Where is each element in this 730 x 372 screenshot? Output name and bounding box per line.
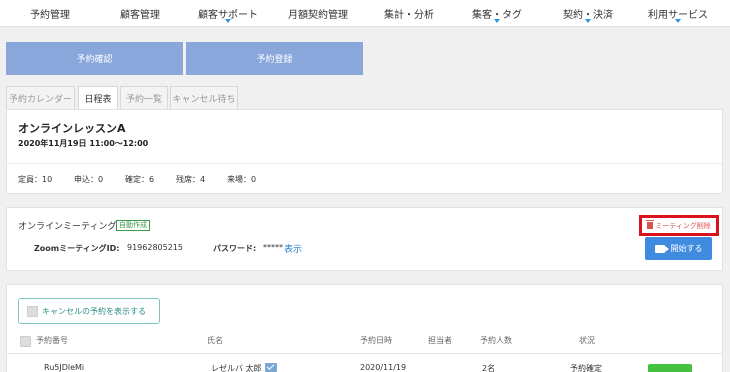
tab-list[interactable]: 予約一覧 — [120, 86, 168, 109]
header-count: 予約人数 — [480, 336, 512, 345]
show-cancelled-label: キャンセルの予約を表示する — [42, 306, 146, 316]
zoom-id-value: 91962805215 — [127, 243, 183, 252]
reservation-confirm-button[interactable]: 予約確認 — [6, 42, 183, 75]
nav-monthly-contract[interactable]: 月額契約管理 — [288, 6, 348, 21]
row-action-button[interactable] — [648, 364, 692, 372]
delete-meeting-button[interactable]: ミーティング削除 — [639, 215, 719, 236]
row-status: 予約確定 — [570, 364, 602, 372]
header-reservation-number: 予約番号 — [36, 336, 68, 345]
divider — [7, 353, 722, 354]
tab-waitlist[interactable]: キャンセル待ち — [170, 86, 238, 109]
row-name-text[interactable]: レゼルバ 太郎 — [211, 364, 262, 372]
chevron-down-icon — [675, 19, 681, 23]
nav-customer-management[interactable]: 顧客管理 — [120, 6, 160, 21]
row-date: 2020/11/19 — [360, 363, 407, 372]
header-staff: 担当者 — [428, 336, 452, 345]
show-cancelled-toggle[interactable]: キャンセルの予約を表示する — [18, 298, 160, 324]
lesson-panel: オンラインレッスンA 2020年11月19日 11:00〜12:00 定員：10… — [6, 109, 723, 194]
delete-meeting-label: ミーティング削除 — [655, 221, 711, 230]
lesson-title: オンラインレッスンA — [18, 122, 126, 135]
video-camera-icon — [654, 244, 665, 253]
select-all-checkbox[interactable] — [20, 336, 31, 347]
meeting-panel: オンラインミーティング 自動作成 ZoomミーティングID: 919628052… — [6, 207, 723, 271]
show-password-link[interactable]: 表示 — [284, 242, 302, 255]
tab-schedule[interactable]: 日程表 — [78, 86, 118, 110]
meeting-title: オンラインミーティング — [18, 222, 117, 232]
reservations-panel: キャンセルの予約を表示する 予約番号 氏名 予約日時 担当者 予約人数 状況 R… — [6, 284, 723, 372]
lesson-datetime: 2020年11月19日 11:00〜12:00 — [18, 139, 149, 148]
start-meeting-button[interactable]: 開始する — [645, 237, 712, 260]
chevron-down-icon — [585, 19, 591, 23]
password-label: パスワード: — [213, 244, 257, 253]
zoom-id-label: ZoomミーティングID: — [34, 244, 120, 253]
row-count: 2名 — [482, 364, 496, 372]
password-value: ***** — [263, 243, 283, 252]
header-name: 氏名 — [207, 336, 223, 345]
trash-icon — [646, 220, 655, 229]
chevron-down-icon — [225, 19, 231, 23]
auto-created-badge: 自動作成 — [116, 220, 150, 231]
stat-capacity: 定員：10 — [18, 175, 53, 184]
stat-applied: 申込：0 — [74, 175, 104, 184]
row-reservation-number[interactable]: Ru5JDleMi — [44, 363, 84, 372]
top-navigation: 予約管理 顧客管理 顧客サポート 月額契約管理 集計・分析 集客・タグ 契約・決… — [0, 0, 730, 27]
stat-remaining: 残席：4 — [176, 175, 206, 184]
checkbox[interactable] — [27, 305, 38, 317]
tab-calendar[interactable]: 予約カレンダー — [6, 86, 75, 109]
header-date: 予約日時 — [360, 336, 392, 345]
stat-confirmed: 確定：6 — [125, 175, 155, 184]
header-status: 状況 — [579, 336, 595, 345]
divider — [7, 163, 722, 164]
nav-analytics[interactable]: 集計・分析 — [384, 6, 434, 21]
chevron-down-icon — [494, 19, 500, 23]
start-meeting-label: 開始する — [670, 244, 703, 253]
reservation-register-button[interactable]: 予約登録 — [186, 42, 363, 75]
row-customer-name: レゼルバ 太郎 — [211, 363, 277, 372]
nav-reservation-management[interactable]: 予約管理 — [30, 6, 70, 21]
mail-icon[interactable] — [264, 363, 277, 372]
stat-attended: 来場：0 — [227, 175, 257, 184]
